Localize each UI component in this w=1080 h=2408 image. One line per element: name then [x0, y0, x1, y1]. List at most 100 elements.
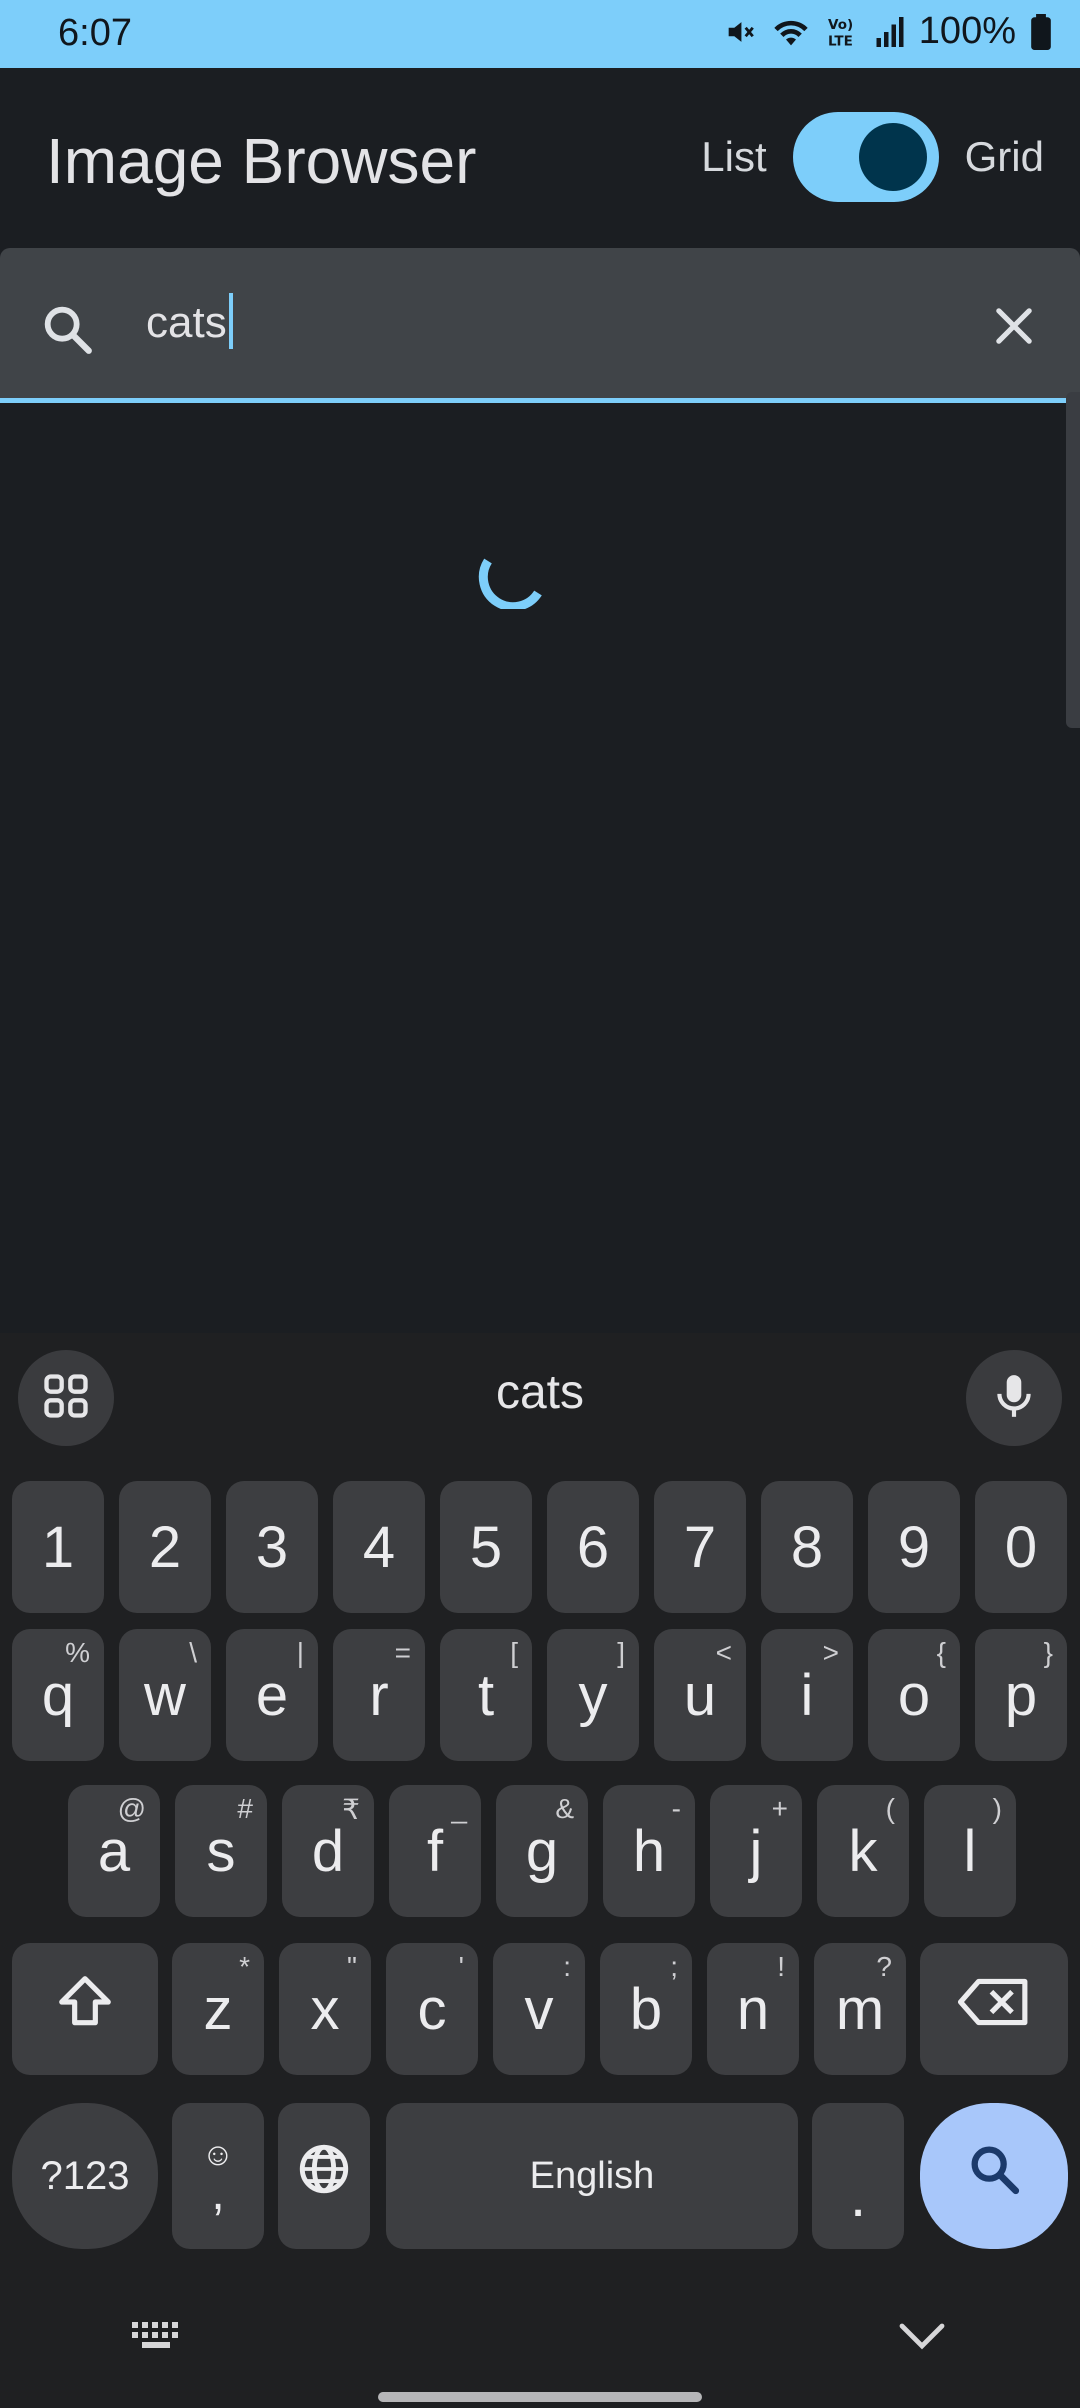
key-1[interactable]: 1	[12, 1481, 104, 1613]
key-hint: ;	[670, 1951, 678, 1982]
key-y[interactable]: ] y	[547, 1629, 639, 1761]
key-label: p	[1004, 1662, 1038, 1728]
search-value: cats	[146, 298, 227, 347]
search-field[interactable]: cats	[0, 248, 1080, 402]
key-6[interactable]: 6	[547, 1481, 639, 1613]
key-2[interactable]: 2	[119, 1481, 211, 1613]
key-label: x	[310, 1976, 340, 2042]
shift-icon	[54, 1971, 116, 2047]
key-p[interactable]: } p	[975, 1629, 1067, 1761]
key-label: 2	[148, 1514, 182, 1580]
symbols-key[interactable]: ?123	[12, 2103, 158, 2249]
key-3[interactable]: 3	[226, 1481, 318, 1613]
key-label: c	[417, 1976, 447, 2042]
key-hint: >	[822, 1637, 839, 1668]
key-j[interactable]: + j	[710, 1785, 802, 1917]
key-label: l	[963, 1818, 977, 1884]
key-hint: <	[715, 1637, 732, 1668]
key-0[interactable]: 0	[975, 1481, 1067, 1613]
key-l[interactable]: ) l	[924, 1785, 1016, 1917]
key-label: w	[144, 1662, 186, 1728]
key-hint: \	[189, 1637, 197, 1668]
key-hint: ₹	[342, 1794, 360, 1825]
space-key[interactable]: English	[386, 2103, 798, 2249]
key-s[interactable]: # s	[175, 1785, 267, 1917]
key-a[interactable]: @ a	[68, 1785, 160, 1917]
key-label: 7	[683, 1514, 717, 1580]
language-key[interactable]	[278, 2103, 370, 2249]
key-d[interactable]: ₹ d	[282, 1785, 374, 1917]
key-k[interactable]: (k	[817, 1785, 909, 1917]
list-grid-switch[interactable]	[792, 112, 939, 202]
key-label: b	[629, 1976, 663, 2042]
shift-key[interactable]	[12, 1943, 158, 2075]
close-icon[interactable]	[988, 300, 1040, 357]
key-label: o	[897, 1662, 931, 1728]
key-label: n	[736, 1976, 770, 2042]
key-hint: )	[992, 1793, 1002, 1824]
key-hint: |	[296, 1637, 304, 1668]
key-hint: @	[117, 1793, 146, 1824]
wifi-icon	[771, 15, 811, 49]
keyboard-switch-icon[interactable]	[130, 2318, 186, 2359]
key-n[interactable]: ! n	[707, 1943, 799, 2075]
page-title: Image Browser	[46, 125, 477, 197]
key-hint: *	[239, 1951, 250, 1982]
view-toggle: List Grid	[701, 112, 1044, 202]
search-submit-key[interactable]	[920, 2103, 1068, 2249]
key-5[interactable]: 5	[440, 1481, 532, 1613]
period-key[interactable]: .	[812, 2103, 904, 2249]
key-q[interactable]: % q	[12, 1629, 104, 1761]
key-7[interactable]: 7	[654, 1481, 746, 1613]
globe-icon	[295, 2140, 353, 2212]
voice-input-button[interactable]	[966, 1350, 1062, 1446]
hide-keyboard-icon[interactable]	[896, 2318, 948, 2359]
search-input[interactable]: cats	[146, 293, 233, 350]
key-u[interactable]: < u	[654, 1629, 746, 1761]
key-hint: [	[510, 1637, 518, 1668]
key-o[interactable]: {o	[868, 1629, 960, 1761]
key-x[interactable]: " x	[279, 1943, 371, 2075]
backspace-key[interactable]	[920, 1943, 1068, 2075]
key-e[interactable]: | e	[226, 1629, 318, 1761]
key-g[interactable]: & g	[496, 1785, 588, 1917]
key-h[interactable]: -h	[603, 1785, 695, 1917]
key-z[interactable]: * z	[172, 1943, 264, 2075]
key-w[interactable]: \ w	[119, 1629, 211, 1761]
key-t[interactable]: [t	[440, 1629, 532, 1761]
suggestion-chip[interactable]: cats	[0, 1365, 1080, 1420]
svg-text:LTE: LTE	[828, 33, 853, 49]
home-indicator[interactable]	[378, 2392, 702, 2402]
key-label: 3	[255, 1514, 289, 1580]
key-c[interactable]: ' c	[386, 1943, 478, 2075]
key-label: 4	[362, 1514, 396, 1580]
volte-icon: Vo) LTE	[825, 14, 861, 50]
key-m[interactable]: ? m	[814, 1943, 906, 2075]
key-b[interactable]: ; b	[600, 1943, 692, 2075]
key-hint: %	[65, 1637, 90, 1668]
space-label: English	[529, 2154, 655, 2197]
switch-knob	[858, 123, 927, 191]
comma-key[interactable]: ☺ ,	[172, 2103, 264, 2249]
key-hint: }	[1043, 1637, 1053, 1668]
key-hint: #	[237, 1793, 253, 1824]
key-i[interactable]: > i	[761, 1629, 853, 1761]
keyboard: cats 1234567890 % q \ w | e = r[t] y < u > i{o} p @ a #…	[0, 1333, 1080, 2408]
key-9[interactable]: 9	[868, 1481, 960, 1613]
key-label: j	[749, 1818, 763, 1884]
period-label: .	[849, 2163, 867, 2229]
key-r[interactable]: = r	[333, 1629, 425, 1761]
key-4[interactable]: 4	[333, 1481, 425, 1613]
key-label: g	[525, 1818, 559, 1884]
backspace-icon	[958, 1974, 1030, 2044]
battery-percent: 100%	[918, 10, 1016, 52]
key-8[interactable]: 8	[761, 1481, 853, 1613]
app-bar: Image Browser List Grid	[0, 68, 1080, 248]
key-hint: ]	[617, 1637, 625, 1668]
list-label: List	[701, 133, 767, 180]
scrollbar[interactable]	[1066, 392, 1080, 728]
key-hint: :	[563, 1951, 571, 1982]
key-label: v	[524, 1976, 554, 2042]
key-f[interactable]: _ f	[389, 1785, 481, 1917]
key-v[interactable]: :v	[493, 1943, 585, 2075]
